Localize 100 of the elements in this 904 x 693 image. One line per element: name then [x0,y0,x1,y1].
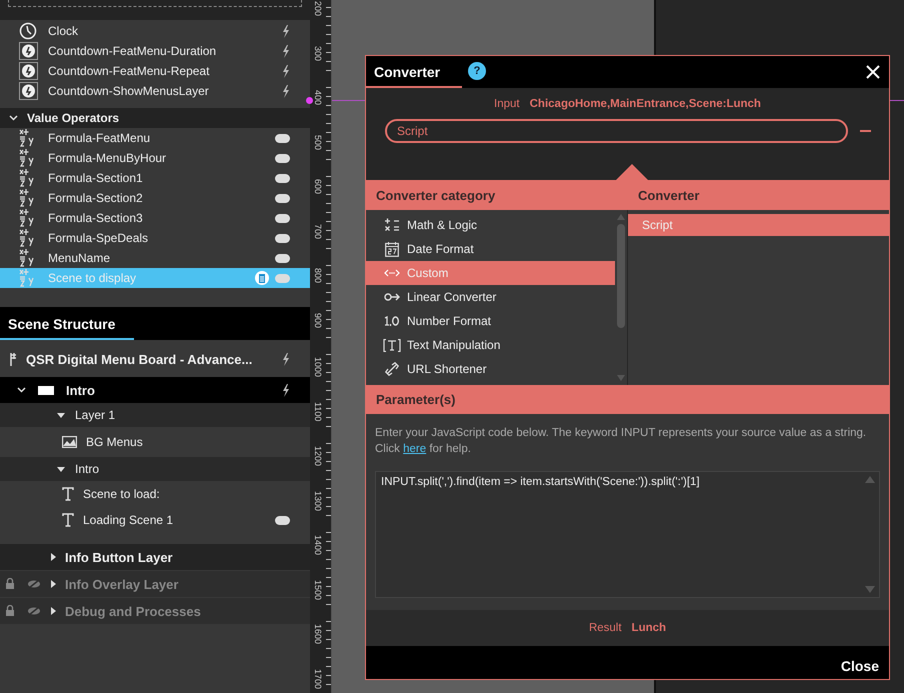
category-item[interactable]: Linear Converter [366,285,615,309]
toggle-icon[interactable] [275,234,290,242]
ruler-label: 900 [313,312,323,328]
scene-icon [38,386,54,394]
operator-row[interactable]: Formula-MenuByHour [0,148,310,168]
ruler-label: 700 [313,224,323,239]
layer-name[interactable]: Layer 1 [75,408,116,422]
hidden-eye-icon[interactable] [27,606,41,616]
expand-arrow-icon[interactable] [49,553,57,561]
ruler-label: 1400 [313,535,323,556]
category-item[interactable]: Text Manipulation [366,333,615,357]
ruler-label: 1100 [313,402,323,421]
variable-name[interactable]: Countdown-FeatMenu-Duration [48,44,272,58]
project-name[interactable]: QSR Digital Menu Board - Advance... [26,352,273,367]
operator-name[interactable]: Formula-Section3 [48,211,265,225]
hidden-eye-icon[interactable] [27,578,41,588]
dialog-title[interactable]: Converter [366,64,462,88]
input-label: Input [494,98,520,110]
result-label: Result [588,622,622,634]
help-link[interactable]: here [403,443,426,455]
toggle-icon[interactable] [275,214,290,222]
help-button[interactable]: ? [468,62,486,80]
category-item[interactable]: Math & Logic [366,213,615,237]
operator-name[interactable]: Formula-FeatMenu [48,131,265,145]
toggle-icon[interactable] [275,516,290,524]
operator-name[interactable]: Formula-Section2 [48,191,265,205]
result-value: Lunch [632,622,666,634]
category-item[interactable]: URL Shortener [366,357,615,381]
expand-arrow-icon[interactable] [49,580,57,588]
ruler-label: 400 [313,90,323,106]
image-icon [62,436,77,448]
column-header: Converter [637,186,700,204]
expand-arrow-icon[interactable] [49,607,57,615]
timer-icon [18,82,38,100]
ruler-label: 1200 [313,446,323,466]
expand-arrow-icon[interactable] [57,465,65,473]
ruler-label: 1600 [313,624,323,644]
clock-icon [19,22,37,40]
description-text: Enter your JavaScript code below. The keyword INPUT represents your source value as a string. Click here for help. [375,426,868,457]
project-icon [10,353,17,366]
variable-name[interactable]: Countdown-FeatMenu-Repeat [48,64,272,78]
timer-icon [18,62,38,80]
ruler-label: 800 [313,268,323,284]
lock-icon[interactable] [5,578,15,588]
calendar-icon [385,242,399,256]
number-icon [384,316,400,326]
layer-name[interactable]: Intro [75,462,100,476]
element-name[interactable]: Scene to load: [83,487,290,501]
operator-row[interactable]: Formula-Section2 [0,188,310,208]
ruler-label: 1000 [313,357,323,378]
custom-icon [384,269,400,277]
toggle-icon[interactable] [275,254,290,262]
operator-row[interactable]: Formula-SpeDeals [0,228,310,248]
ruler-label: 500 [313,134,323,150]
text-layer-icon [62,487,74,501]
toggle-icon[interactable] [275,134,290,142]
text-icon [383,338,401,352]
math-icon [384,218,400,232]
chevron-icon[interactable] [9,115,18,121]
input-value: ChicagoHome,MainEntrance,Scene:Lunch [530,98,761,110]
operator-name[interactable]: Formula-SpeDeals [48,231,265,245]
close-button[interactable]: Close [840,658,879,674]
parameters-header: Parameter(s) [366,385,889,414]
lightning-icon [282,353,290,366]
operator-name[interactable]: Formula-Section1 [48,171,265,185]
column-header: Converter category [375,186,496,205]
linear-icon [384,292,400,302]
lightning-icon [282,384,290,396]
ruler-label: 1700 [313,668,323,689]
expand-arrow-icon[interactable] [57,411,65,419]
lock-icon[interactable] [5,604,15,616]
toggle-icon[interactable] [275,154,290,162]
operator-row[interactable]: Formula-Section1 [0,168,310,188]
ruler-label: 200 [313,1,323,16]
category-item[interactable]: Date Format [366,237,615,261]
close-icon[interactable] [866,65,880,79]
operator-row[interactable]: Formula-FeatMenu [0,128,310,148]
variable-name[interactable]: Countdown-ShowMenusLayer [48,84,272,98]
link-icon [385,362,399,376]
converter-field[interactable]: Script [385,119,848,143]
ruler-label: 300 [313,46,323,61]
toggle-icon[interactable] [275,194,290,202]
variable-name[interactable]: Clock [48,24,272,38]
timer-icon [18,42,38,60]
operator-name[interactable]: MenuName [48,251,265,265]
text-layer-icon [62,513,74,527]
binding-icon[interactable] [255,271,269,285]
operator-row[interactable]: Formula-Section3 [0,208,310,228]
element-name[interactable]: BG Menus [86,435,290,449]
operator-row[interactable]: MenuName [0,248,310,268]
ruler-label: 1500 [313,580,323,600]
toggle-icon[interactable] [275,174,290,182]
operator-name[interactable]: Formula-MenuByHour [48,151,265,165]
category-item[interactable]: Number Format [366,309,615,333]
scrollbar-thumb[interactable] [617,224,625,328]
element-name[interactable]: Loading Scene 1 [83,513,266,527]
ruler-label: 600 [313,179,323,194]
toggle-icon[interactable] [275,274,290,282]
chevron-icon[interactable] [17,387,26,393]
ruler-label: 1300 [313,490,323,511]
